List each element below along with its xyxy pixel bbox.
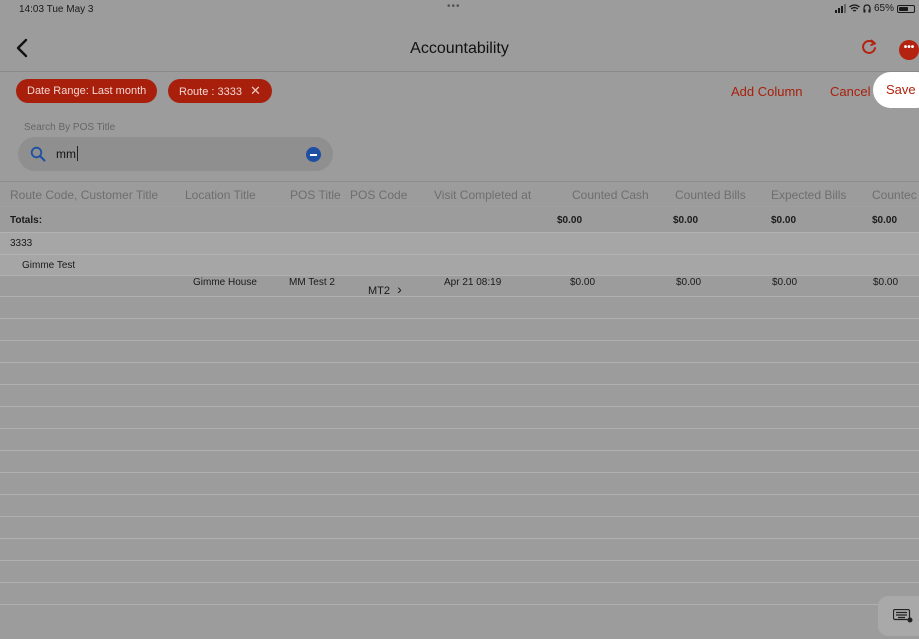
empty-rows [0,297,919,605]
empty-table-row [0,319,919,341]
table-header: Route Code, Customer Title Location Titl… [0,181,919,206]
keyboard-icon [893,609,913,623]
table-row[interactable]: Gimme House MM Test 2 MT2 › Apr 21 08:19… [0,275,919,297]
expected-bills-cell: $0.00 [772,277,798,288]
search-label: Search By POS Title [24,122,116,133]
column-header[interactable]: Counted Cash [572,188,649,202]
empty-table-row [0,451,919,473]
refresh-icon[interactable] [859,37,879,57]
counted-bills-cell: $0.00 [676,277,702,288]
route-chip[interactable]: Route : 3333 ✕ [168,79,272,103]
empty-table-row [0,517,919,539]
chevron-right-icon: › [397,281,402,297]
empty-table-row [0,297,919,319]
column-header[interactable]: Counted Bills [675,188,746,202]
pos-code-value: MT2 [368,285,390,297]
date-range-chip-label: Date Range: Last month [27,85,147,97]
column-header[interactable]: POS Code [350,188,407,202]
column-header[interactable]: Location Title [185,188,256,202]
empty-table-row [0,429,919,451]
status-time: 14:03 Tue May 3 [19,4,94,15]
minus-circle-icon[interactable] [306,147,321,162]
route-code: 3333 [10,238,33,249]
column-header[interactable]: Expected Bills [771,188,846,202]
ellipsis-icon[interactable]: ••• [899,40,919,60]
wifi-icon [849,4,860,12]
status-bar: 14:03 Tue May 3 ••• 65% [0,0,919,22]
counted-cell: $0.00 [873,277,899,288]
totals-expected-bills: $0.00 [771,215,797,226]
signal-icon [834,4,846,13]
battery-icon [897,4,915,13]
route-chip-label: Route : 3333 [179,86,242,98]
date-range-chip[interactable]: Date Range: Last month [16,79,158,103]
empty-table-row [0,341,919,363]
empty-table-row [0,385,919,407]
visit-completed-cell: Apr 21 08:19 [444,277,502,288]
empty-table-row [0,583,919,605]
column-header[interactable]: Visit Completed at [434,188,531,202]
column-header[interactable]: POS Title [290,188,341,202]
status-indicators: 65% [834,3,915,14]
add-column-button[interactable]: Add Column [731,84,803,99]
totals-counted-bills: $0.00 [673,215,699,226]
text-cursor [77,146,78,161]
empty-table-row [0,363,919,385]
headphones-icon [863,4,871,13]
keyboard-toggle-button[interactable] [878,596,919,636]
search-input[interactable] [56,145,306,163]
totals-counted: $0.00 [872,215,898,226]
customer-title: Gimme Test [22,260,76,271]
totals-label: Totals: [10,215,43,226]
cancel-button[interactable]: Cancel [830,84,870,99]
column-header[interactable]: Countec [872,188,917,202]
location-title-cell: Gimme House [193,277,257,288]
empty-table-row [0,473,919,495]
pos-code-cell[interactable]: MT2 › [368,281,402,297]
multitasking-dots[interactable]: ••• [447,1,461,12]
column-header[interactable]: Route Code, Customer Title [10,188,158,202]
search-box[interactable] [18,137,333,171]
search-icon [30,146,46,162]
totals-row: Totals: $0.00 $0.00 $0.00 $0.00 [0,206,919,232]
route-group-row[interactable]: 3333 [0,232,919,254]
empty-table-row [0,561,919,583]
battery-percent: 65% [873,3,894,14]
page-title: Accountability [410,40,509,57]
empty-table-row [0,407,919,429]
empty-table-row [0,539,919,561]
close-icon[interactable]: ✕ [250,79,261,103]
customer-group-row[interactable]: Gimme Test [0,254,919,275]
totals-counted-cash: $0.00 [557,215,583,226]
navigation-bar: Accountability ••• [0,24,919,72]
counted-cash-cell: $0.00 [570,277,596,288]
pos-title-cell: MM Test 2 [289,277,335,288]
empty-table-row [0,495,919,517]
save-button[interactable]: Save [873,72,919,108]
accountability-table: Route Code, Customer Title Location Titl… [0,181,919,605]
